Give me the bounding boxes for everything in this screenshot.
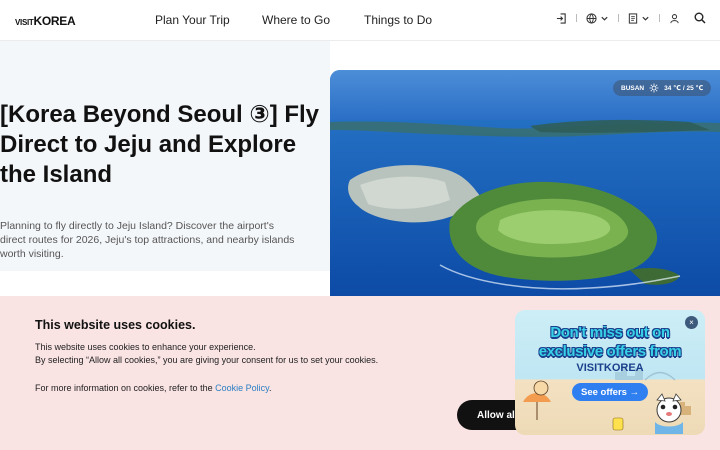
article-title: [Korea Beyond Seoul ③] Fly Direct to Jej…: [0, 101, 320, 188]
weather-temps: 34 ℃ / 25 ℃: [664, 85, 704, 92]
promo-headline-line2: exclusive offers from: [538, 343, 682, 360]
cookie-title: This website uses cookies.: [35, 318, 196, 332]
logo-korea: KOREA: [33, 14, 76, 28]
nav-plan-your-trip[interactable]: Plan Your Trip: [155, 13, 230, 27]
nav-where-to-go[interactable]: Where to Go: [262, 13, 330, 27]
cookie-text-line1: This website uses cookies to enhance you…: [35, 342, 256, 352]
article-description: Planning to fly directly to Jeju Island?…: [0, 220, 295, 260]
logo-visit: VISIT: [15, 18, 34, 27]
language-selector[interactable]: [586, 12, 609, 24]
document-icon: [628, 12, 638, 24]
cookie-more-suffix: .: [268, 383, 272, 393]
see-offers-button[interactable]: See offers →: [572, 383, 649, 401]
cookie-policy-link[interactable]: Cookie Policy: [215, 383, 269, 393]
promo-brand: VISITKOREA: [576, 362, 644, 374]
cookie-more-prefix: For more information on cookies, refer t…: [35, 383, 216, 393]
chevron-down-icon: [601, 16, 608, 21]
cookie-text-line2: By selecting “Allow all cookies,” you ar…: [35, 355, 379, 365]
sun-icon: [649, 83, 659, 93]
promo-popup[interactable]: Don't miss out on exclusive offers from …: [515, 310, 705, 435]
header-divider: [618, 14, 619, 22]
login-icon[interactable]: [556, 12, 567, 24]
search-icon[interactable]: [694, 12, 706, 24]
site-logo[interactable]: VISITKOREA: [15, 13, 76, 28]
hero-image-jeju: [330, 70, 720, 298]
user-icon[interactable]: [669, 13, 680, 24]
close-icon[interactable]: ×: [685, 316, 698, 329]
cookie-more-info: For more information on cookies, refer t…: [35, 383, 271, 393]
site-header: VISITKOREA Plan Your Trip Where to Go Th…: [0, 0, 720, 41]
header-divider: [576, 14, 577, 22]
header-divider: [659, 14, 660, 22]
nav-things-to-do[interactable]: Things to Do: [364, 13, 432, 27]
globe-icon: [586, 12, 597, 24]
promo-headline-line1: Don't miss out on: [550, 324, 670, 341]
document-menu[interactable]: [628, 12, 650, 24]
weather-city: BUSAN: [621, 84, 645, 92]
weather-badge: BUSAN 34 ℃ / 25 ℃: [613, 80, 712, 96]
header-utilities: [556, 12, 706, 24]
chevron-down-icon: [642, 16, 649, 21]
